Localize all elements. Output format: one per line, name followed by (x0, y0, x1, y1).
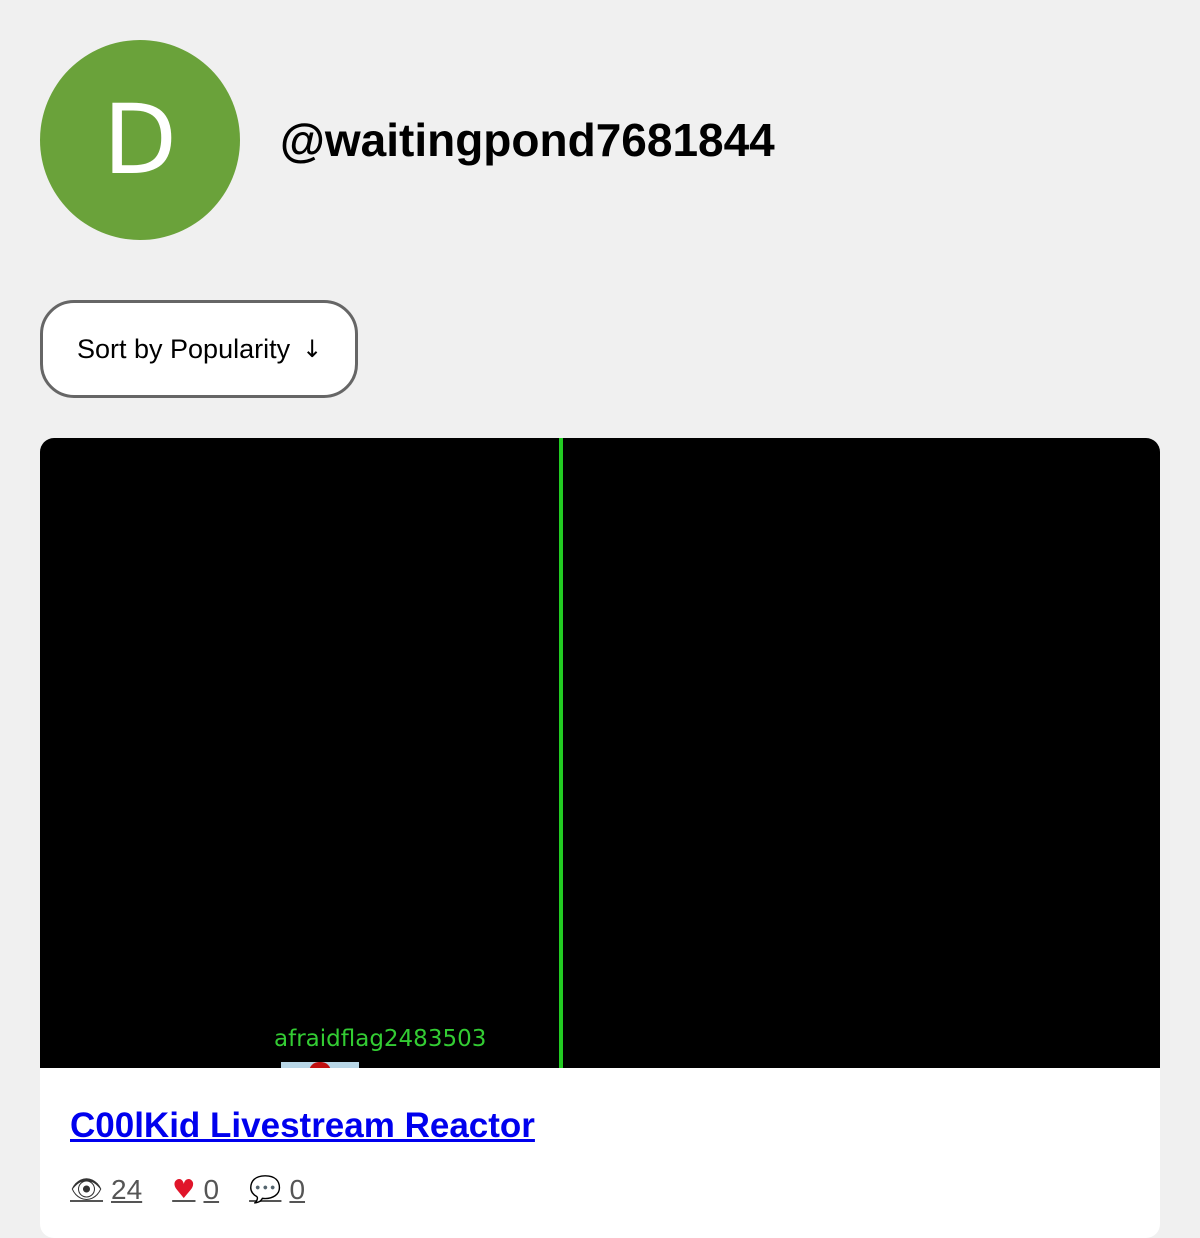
sort-button[interactable]: Sort by Popularity ↓ (40, 300, 358, 398)
views-stat[interactable]: 👁 24 (70, 1174, 142, 1206)
profile-header: D @waitingpond7681844 (40, 40, 775, 240)
comments-count: 0 (289, 1174, 306, 1205)
video-card: afraidflag2483503 C00lKid Livestream Rea… (40, 438, 1160, 1238)
sort-button-label: Sort by Popularity (77, 333, 291, 364)
thumbnail-username-label: afraidflag2483503 (274, 1026, 487, 1052)
avatar: D (40, 40, 240, 240)
eye-icon: 👁 (70, 1175, 104, 1205)
thumbnail-divider-line (559, 438, 563, 1068)
comments-stat[interactable]: 💬 0 (249, 1174, 305, 1206)
likes-stat[interactable]: ♥ 0 (172, 1174, 219, 1206)
arrow-down-icon: ↓ (302, 335, 323, 363)
views-count: 24 (111, 1174, 143, 1205)
video-stats: 👁 24 ♥ 0 💬 0 (70, 1174, 1130, 1206)
avatar-letter: D (103, 84, 177, 196)
video-card-body: C00lKid Livestream Reactor 👁 24 ♥ 0 💬 0 (40, 1068, 1160, 1206)
video-thumbnail[interactable]: afraidflag2483503 (40, 438, 1160, 1068)
video-title-link[interactable]: C00lKid Livestream Reactor (70, 1106, 535, 1146)
likes-count: 0 (203, 1174, 220, 1205)
comment-icon: 💬 (249, 1175, 282, 1205)
username: @waitingpond7681844 (280, 114, 775, 166)
heart-icon: ♥ (172, 1175, 196, 1205)
thumbnail-mini-image (281, 1062, 359, 1068)
thumbnail-red-shape (309, 1062, 331, 1068)
